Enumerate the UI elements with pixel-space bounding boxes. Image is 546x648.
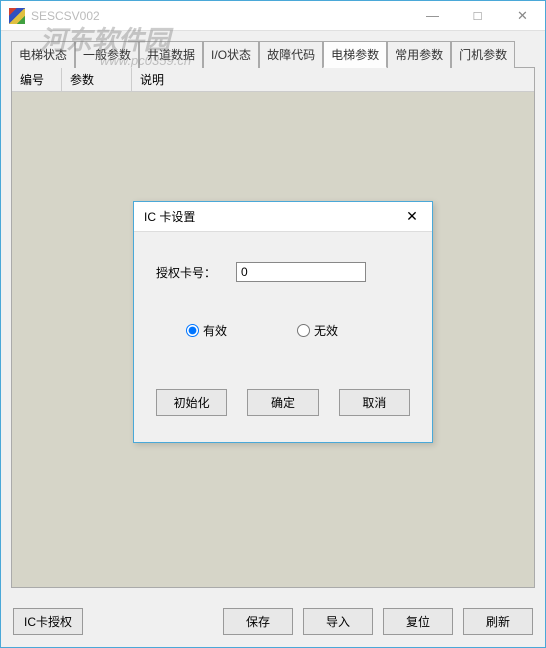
ok-button[interactable]: 确定 <box>247 389 318 416</box>
ic-auth-button[interactable]: IC卡授权 <box>13 608 83 635</box>
dialog-body: 授权卡号： 有效 无效 初始化 确定 取消 <box>134 232 432 442</box>
col-header-param[interactable]: 参数 <box>62 68 132 91</box>
tab-bar: 电梯状态 一般参数 井道数据 I/O状态 故障代码 电梯参数 常用参数 门机参数 <box>11 41 535 68</box>
radio-invalid[interactable] <box>297 324 310 337</box>
radio-invalid-item[interactable]: 无效 <box>297 322 338 339</box>
ic-card-dialog: IC 卡设置 ✕ 授权卡号： 有效 无效 <box>133 201 433 443</box>
tab-general-params[interactable]: 一般参数 <box>75 41 139 68</box>
card-number-input[interactable] <box>236 262 366 282</box>
import-button[interactable]: 导入 <box>303 608 373 635</box>
tab-io-status[interactable]: I/O状态 <box>203 41 259 68</box>
window-title: SESCSV002 <box>31 9 410 23</box>
app-icon <box>9 8 25 24</box>
reset-button[interactable]: 复位 <box>383 608 453 635</box>
radio-invalid-label: 无效 <box>314 322 338 339</box>
main-window: SESCSV002 — □ ✕ 河东软件园 www.pc0359.cn 电梯状态… <box>0 0 546 648</box>
card-number-row: 授权卡号： <box>156 262 410 282</box>
validity-radio-group: 有效 无效 <box>156 322 410 339</box>
radio-valid-label: 有效 <box>203 322 227 339</box>
close-button[interactable]: ✕ <box>500 1 545 30</box>
tab-elevator-params[interactable]: 电梯参数 <box>323 41 387 68</box>
dialog-close-button[interactable]: ✕ <box>402 208 422 225</box>
tab-door-params[interactable]: 门机参数 <box>451 41 515 68</box>
titlebar: SESCSV002 — □ ✕ <box>1 1 545 31</box>
tab-fault-code[interactable]: 故障代码 <box>259 41 323 68</box>
window-controls: — □ ✕ <box>410 1 545 30</box>
maximize-button[interactable]: □ <box>455 1 500 30</box>
save-button[interactable]: 保存 <box>223 608 293 635</box>
radio-valid-item[interactable]: 有效 <box>186 322 227 339</box>
tab-common-params[interactable]: 常用参数 <box>387 41 451 68</box>
tab-shaft-data[interactable]: 井道数据 <box>139 41 203 68</box>
card-number-label: 授权卡号： <box>156 264 236 281</box>
minimize-button[interactable]: — <box>410 1 455 30</box>
col-header-desc[interactable]: 说明 <box>132 68 534 91</box>
bottom-toolbar: IC卡授权 保存 导入 复位 刷新 <box>1 598 545 647</box>
content-area: 电梯状态 一般参数 井道数据 I/O状态 故障代码 电梯参数 常用参数 门机参数… <box>1 31 545 598</box>
dialog-title: IC 卡设置 <box>144 208 402 225</box>
dialog-titlebar: IC 卡设置 ✕ <box>134 202 432 232</box>
tab-elevator-status[interactable]: 电梯状态 <box>11 41 75 68</box>
refresh-button[interactable]: 刷新 <box>463 608 533 635</box>
dialog-button-row: 初始化 确定 取消 <box>156 389 410 422</box>
table-header: 编号 参数 说明 <box>12 68 534 92</box>
col-header-no[interactable]: 编号 <box>12 68 62 91</box>
cancel-button[interactable]: 取消 <box>339 389 410 416</box>
radio-valid[interactable] <box>186 324 199 337</box>
init-button[interactable]: 初始化 <box>156 389 227 416</box>
